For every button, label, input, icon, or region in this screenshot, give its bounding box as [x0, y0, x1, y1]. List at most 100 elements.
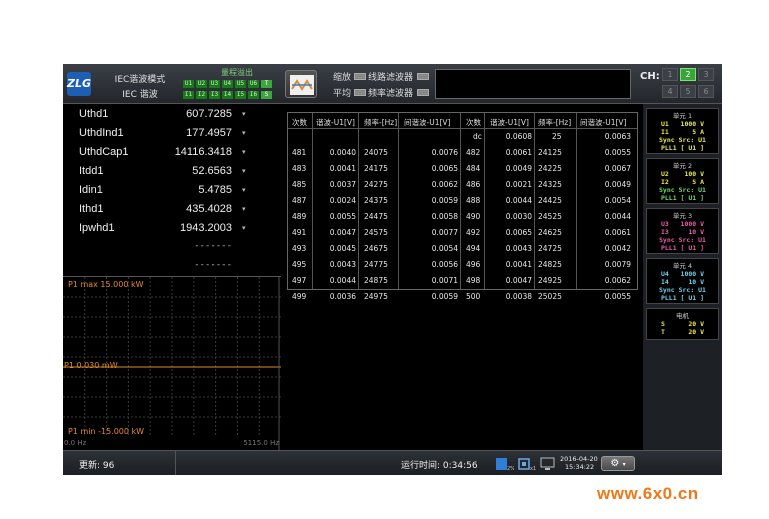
table-cell: 24775: [364, 260, 388, 269]
waveform-x-end: 5115.0 Hz: [243, 439, 279, 447]
measurement-label: Idin1: [79, 184, 103, 196]
unit-panel: 单元 1 U1 1000 V I1 5 A Sync Src: U1 PLL1 [ U1…: [643, 104, 722, 450]
item-menu-icon[interactable]: ▾: [242, 186, 246, 194]
table-header: 谐波-U1[V]: [490, 118, 529, 127]
channel-button-4[interactable]: 4: [662, 85, 678, 98]
measurement-row[interactable]: Ipwhd1 1943.2003 ▾: [63, 222, 285, 241]
table-cell: 482: [466, 148, 481, 157]
zoom-toggle[interactable]: [354, 73, 366, 80]
measurement-row[interactable]: Uthd1 607.7285 ▾: [63, 108, 285, 127]
measurement-row[interactable]: Ithd1 435.4028 ▾: [63, 203, 285, 222]
unit-line: I1 5 A: [660, 128, 705, 136]
average-toggle[interactable]: [354, 89, 366, 96]
table-cell: 0.0054: [604, 196, 631, 205]
table-cell: 24375: [364, 196, 388, 205]
table-cell: 24325: [538, 180, 562, 189]
mode-title[interactable]: IEC谐波模式: [107, 72, 173, 85]
date-text: 2016-04-20: [560, 455, 598, 463]
table-cell: 0.0038: [505, 292, 532, 301]
table-cell: 24675: [364, 244, 388, 253]
unit-card[interactable]: 单元 1 U1 1000 V I1 5 A Sync Src: U1 PLL1 [ U1…: [646, 108, 719, 154]
item-menu-icon[interactable]: ▾: [242, 224, 246, 232]
unit-line: U2 100 V: [660, 170, 705, 178]
unit-line: PLL1 [ U1 ]: [660, 194, 705, 202]
channel-button-6[interactable]: 6: [698, 85, 714, 98]
channel-button-1[interactable]: 1: [662, 68, 678, 81]
item-menu-icon[interactable]: ▾: [242, 129, 246, 137]
unit-card[interactable]: 单元 3 U3 1000 V I3 10 V Sync Src: U1 PLL1 [ U…: [646, 208, 719, 254]
waveform-mid-label: P1 0.030 mW: [64, 361, 118, 370]
table-cell: 0.0059: [431, 196, 458, 205]
measurement-value: 14116.3418: [174, 146, 232, 158]
measurement-row[interactable]: Idin1 5.4785 ▾: [63, 184, 285, 203]
table-cell: 25: [552, 132, 562, 141]
date-time: 2016-04-20 15:34:22: [560, 455, 598, 471]
unit-line: Sync Src: U1: [659, 136, 706, 144]
table-cell: 24175: [364, 164, 388, 173]
table-cell: 24525: [538, 212, 562, 221]
table-cell: 0.0079: [604, 260, 631, 269]
measurement-label: UthdCap1: [79, 146, 129, 158]
unit-card[interactable]: 单元 2 U2 100 V I2 5 A Sync Src: U1 PLL1 [ U1 …: [646, 158, 719, 204]
range-chip: T: [261, 80, 272, 88]
measurement-value: 435.4028: [186, 203, 232, 215]
table-cell: 24725: [538, 244, 562, 253]
table-cell: 0.0044: [505, 196, 532, 205]
unit-line: Sync Src: U1: [659, 186, 706, 194]
line-filter-toggle[interactable]: [417, 73, 429, 80]
channel-button-3[interactable]: 3: [698, 68, 714, 81]
range-chip: S: [261, 91, 272, 99]
measurement-value: 177.4957: [186, 127, 232, 139]
range-chip: U5: [235, 80, 246, 88]
table-column-divider: [460, 113, 461, 289]
table-cell: 0.0044: [604, 212, 631, 221]
table-header: 谐波-U1[V]: [316, 118, 355, 127]
table-cell: 0.0054: [431, 244, 458, 253]
item-menu-icon[interactable]: ▾: [242, 205, 246, 213]
measurement-row[interactable]: Itdd1 52.6563 ▾: [63, 165, 285, 184]
update-count: 更新: 96: [79, 461, 115, 471]
table-cell: 25025: [538, 292, 562, 301]
measurement-row[interactable]: UthdInd1 177.4957 ▾: [63, 127, 285, 146]
channel-button-2[interactable]: 2: [680, 68, 696, 81]
measurement-value: 52.6563: [192, 165, 232, 177]
unit-line: U1 1000 V: [660, 120, 705, 128]
zoom-label: 缩放: [333, 73, 352, 83]
table-header-divider: [288, 128, 637, 129]
watermark: www.6x0.cn: [597, 484, 699, 503]
waveform-button[interactable]: [285, 70, 317, 98]
table-cell: 0.0024: [329, 196, 356, 205]
unit-card[interactable]: 电机 S 20 VT 20 V: [646, 308, 719, 340]
svg-text:x1: x1: [530, 466, 536, 471]
svg-text:2%: 2%: [507, 466, 514, 471]
table-cell: 486: [466, 180, 481, 189]
analyzer-screen: ZLG IEC谐波模式 IEC 谐波 量程溢出 U1 U2 U3 U4 U5 U6 T I1…: [63, 64, 722, 475]
item-menu-icon[interactable]: ▾: [242, 148, 246, 156]
measurement-label: Ipwhd1: [79, 222, 115, 234]
measurement-value: 607.7285: [186, 108, 232, 120]
table-cell: 24975: [364, 292, 388, 301]
waveform-icon: [290, 75, 314, 95]
table-cell: 485: [292, 180, 307, 189]
top-bar: ZLG IEC谐波模式 IEC 谐波 量程溢出 U1 U2 U3 U4 U5 U6 T I1…: [63, 64, 722, 104]
channel-button-5[interactable]: 5: [680, 85, 696, 98]
range-chip: U3: [209, 80, 220, 88]
item-menu-icon[interactable]: ▾: [242, 110, 246, 118]
unit-card[interactable]: 单元 4 U4 1000 V I4 10 V Sync Src: U1 PLL1 [ U…: [646, 258, 719, 304]
measurement-list: Uthd1 607.7285 ▾ UthdInd1 177.4957 ▾ UthdCap1 1…: [63, 104, 285, 276]
table-column-divider: [398, 113, 399, 289]
range-chip: U2: [196, 80, 207, 88]
unit-line: PLL1 [ U1 ]: [660, 144, 705, 152]
table-cell: 24425: [538, 196, 562, 205]
measurement-value: 1943.2003: [180, 222, 232, 234]
waveform-x-start: 0.0 Hz: [64, 439, 87, 447]
mode-subtitle[interactable]: IEC 谐波: [107, 87, 173, 100]
range-row-current: I1 I2 I3 I4 I5 I6 S: [183, 91, 272, 99]
measurement-row[interactable]: UthdCap1 14116.3418 ▾: [63, 146, 285, 165]
settings-button[interactable]: ⚙ ▾: [601, 456, 635, 471]
item-menu-icon[interactable]: ▾: [242, 167, 246, 175]
measurement-row[interactable]: -------: [63, 241, 285, 260]
measurement-empty: -------: [194, 260, 232, 270]
network-icon: x1: [518, 458, 536, 471]
freq-filter-toggle[interactable]: [417, 89, 429, 96]
